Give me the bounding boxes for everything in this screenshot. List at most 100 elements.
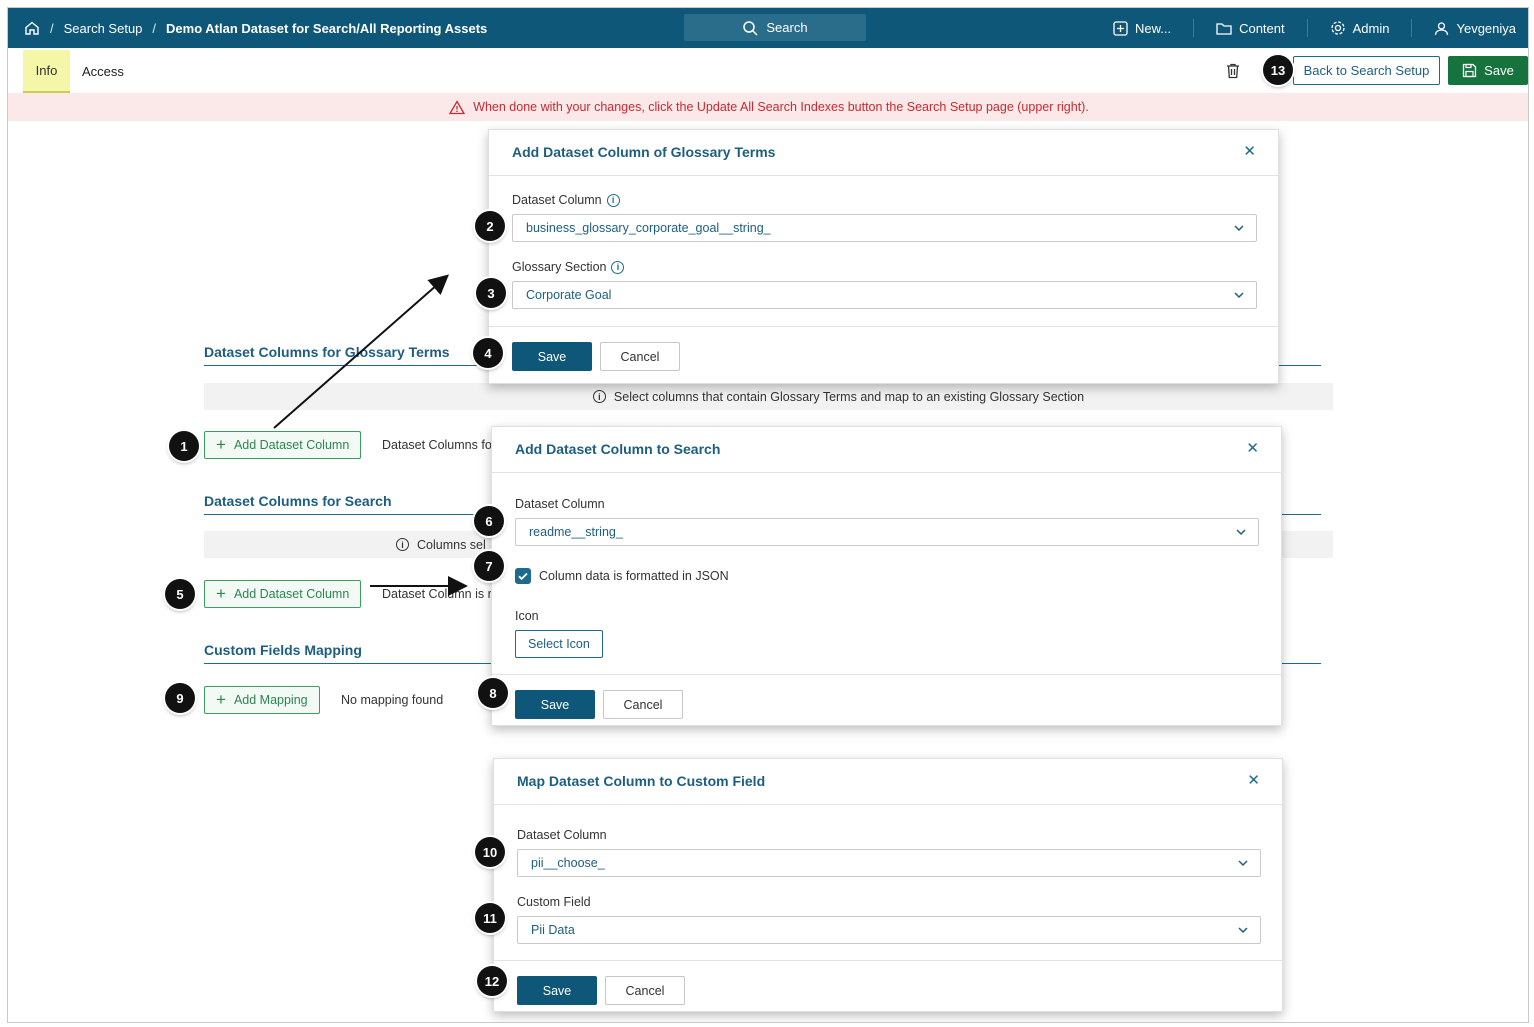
chevron-down-icon [1238, 860, 1248, 867]
dataset-column-select[interactable]: business_glossary_corporate_goal__string… [512, 214, 1257, 242]
dataset-column-label: Dataset Column [517, 828, 607, 842]
step-marker-5: 5 [165, 579, 195, 609]
dialog-save-button[interactable]: Save [512, 342, 592, 371]
tab-bar: Info Access Back to Search Setup Save [8, 48, 1528, 93]
dataset-column-label: Dataset Column [515, 497, 605, 511]
add-glossary-column-button[interactable]: + Add Dataset Column [204, 431, 362, 459]
plus-icon: + [216, 689, 226, 709]
custom-field-select[interactable]: Pii Data [517, 916, 1261, 944]
trash-icon[interactable] [1224, 62, 1242, 80]
section-title-glossary: Dataset Columns for Glossary Terms [204, 344, 450, 360]
dialog-cancel-button[interactable]: Cancel [603, 690, 683, 719]
section-title-custom-fields: Custom Fields Mapping [204, 642, 362, 658]
user-icon [1435, 21, 1449, 35]
dialog-footer-divider [494, 960, 1282, 961]
home-icon[interactable] [24, 20, 40, 36]
custom-field-label: Custom Field [517, 895, 591, 909]
step-marker-11: 11 [475, 903, 505, 933]
add-mapping-button[interactable]: + Add Mapping [204, 686, 320, 714]
glossary-empty-text: Dataset Columns fo [382, 438, 492, 452]
breadcrumb-current: Demo Atlan Dataset for Search/All Report… [166, 20, 488, 36]
dialog-custom-field-mapping: Map Dataset Column to Custom Field ✕ Dat… [493, 758, 1283, 1012]
folder-icon [1216, 22, 1232, 35]
back-to-search-setup-button[interactable]: Back to Search Setup [1293, 56, 1440, 85]
dialog-footer-divider [492, 674, 1281, 675]
nav-divider [1306, 19, 1308, 37]
icon-label: Icon [515, 609, 539, 623]
search-empty-text: Dataset Column is r [382, 587, 492, 601]
glossary-section-value: Corporate Goal [526, 288, 612, 302]
breadcrumb-search-setup[interactable]: Search Setup [64, 21, 143, 36]
chevron-down-icon [1234, 292, 1244, 299]
glossary-section-label: Glossary Section i [512, 260, 625, 274]
info-icon[interactable]: i [611, 260, 625, 274]
chevron-down-icon [1238, 927, 1248, 934]
dialog-title: Add Dataset Column of Glossary Terms [512, 144, 776, 160]
search-info-text: Columns sel [417, 537, 486, 552]
search-label: Search [766, 20, 808, 35]
add-glossary-column-label: Add Dataset Column [233, 438, 350, 452]
dialog-save-button[interactable]: Save [515, 690, 595, 719]
dialog-header: Add Dataset Column of Glossary Terms ✕ [489, 130, 1278, 176]
admin-menu-label: Admin [1352, 20, 1390, 36]
new-menu-label: New... [1134, 20, 1172, 36]
plus-square-icon [1113, 20, 1128, 36]
info-icon: i [396, 538, 409, 551]
step-marker-4: 4 [473, 338, 503, 368]
glossary-section-select[interactable]: Corporate Goal [512, 281, 1257, 309]
search-icon [743, 20, 758, 36]
close-icon[interactable]: ✕ [1246, 439, 1259, 457]
app-window: / Search Setup / Demo Atlan Dataset for … [7, 7, 1529, 1023]
dialog-save-button[interactable]: Save [517, 976, 597, 1005]
chevron-down-icon [1236, 529, 1246, 536]
admin-menu[interactable]: Admin [1330, 20, 1390, 36]
nav-divider [1193, 19, 1195, 37]
top-nav-menu: New... Content Admin Yevgeniya [1113, 19, 1516, 37]
glossary-section-label-text: Glossary Section [512, 260, 607, 274]
alert-text: When done with your changes, click the U… [473, 100, 1089, 114]
close-icon[interactable]: ✕ [1247, 771, 1260, 789]
gear-icon [1330, 21, 1345, 35]
step-marker-10: 10 [475, 837, 505, 867]
step-marker-7: 7 [474, 551, 504, 581]
add-search-column-button[interactable]: + Add Dataset Column [204, 580, 362, 608]
json-format-checkbox[interactable] [515, 568, 531, 584]
dialog-title: Add Dataset Column to Search [515, 441, 721, 457]
dataset-column-value: business_glossary_corporate_goal__string… [526, 221, 771, 235]
save-button-label: Save [1484, 63, 1514, 78]
content-menu-label: Content [1239, 20, 1285, 36]
select-icon-button[interactable]: Select Icon [515, 630, 603, 658]
chevron-down-icon [1234, 225, 1244, 232]
floppy-disk-icon [1463, 63, 1477, 78]
dataset-column-select[interactable]: pii__choose_ [517, 849, 1261, 877]
dialog-header: Add Dataset Column to Search ✕ [492, 427, 1281, 473]
breadcrumb: / Search Setup / Demo Atlan Dataset for … [24, 20, 487, 36]
tab-access[interactable]: Access [82, 50, 124, 93]
global-search[interactable]: Search [684, 14, 866, 41]
dataset-column-select[interactable]: readme__string_ [515, 518, 1259, 546]
add-search-column-label: Add Dataset Column [233, 587, 350, 601]
custom-empty-text: No mapping found [341, 693, 444, 707]
step-marker-9: 9 [165, 683, 195, 713]
new-menu[interactable]: New... [1113, 21, 1171, 36]
tab-info[interactable]: Info [23, 50, 70, 93]
add-mapping-label: Add Mapping [233, 693, 308, 707]
glossary-info-text: Select columns that contain Glossary Ter… [613, 389, 1085, 404]
step-marker-12: 12 [477, 966, 507, 996]
dialog-search-column: Add Dataset Column to Search ✕ Dataset C… [491, 426, 1282, 726]
dialog-cancel-button[interactable]: Cancel [605, 976, 685, 1005]
info-icon[interactable]: i [606, 193, 620, 207]
dialog-header: Map Dataset Column to Custom Field ✕ [494, 759, 1282, 805]
json-format-label: Column data is formatted in JSON [539, 569, 729, 583]
glossary-info-strip: i Select columns that contain Glossary T… [204, 383, 1333, 410]
close-icon[interactable]: ✕ [1243, 142, 1256, 160]
user-menu[interactable]: Yevgeniya [1434, 21, 1516, 36]
plus-icon: + [216, 434, 226, 454]
step-marker-13: 13 [1263, 55, 1293, 85]
user-menu-label: Yevgeniya [1456, 20, 1516, 36]
dialog-title: Map Dataset Column to Custom Field [517, 773, 766, 789]
content-menu[interactable]: Content [1216, 21, 1285, 36]
dialog-cancel-button[interactable]: Cancel [600, 342, 680, 371]
save-button[interactable]: Save [1448, 56, 1528, 85]
warning-icon [449, 99, 466, 114]
